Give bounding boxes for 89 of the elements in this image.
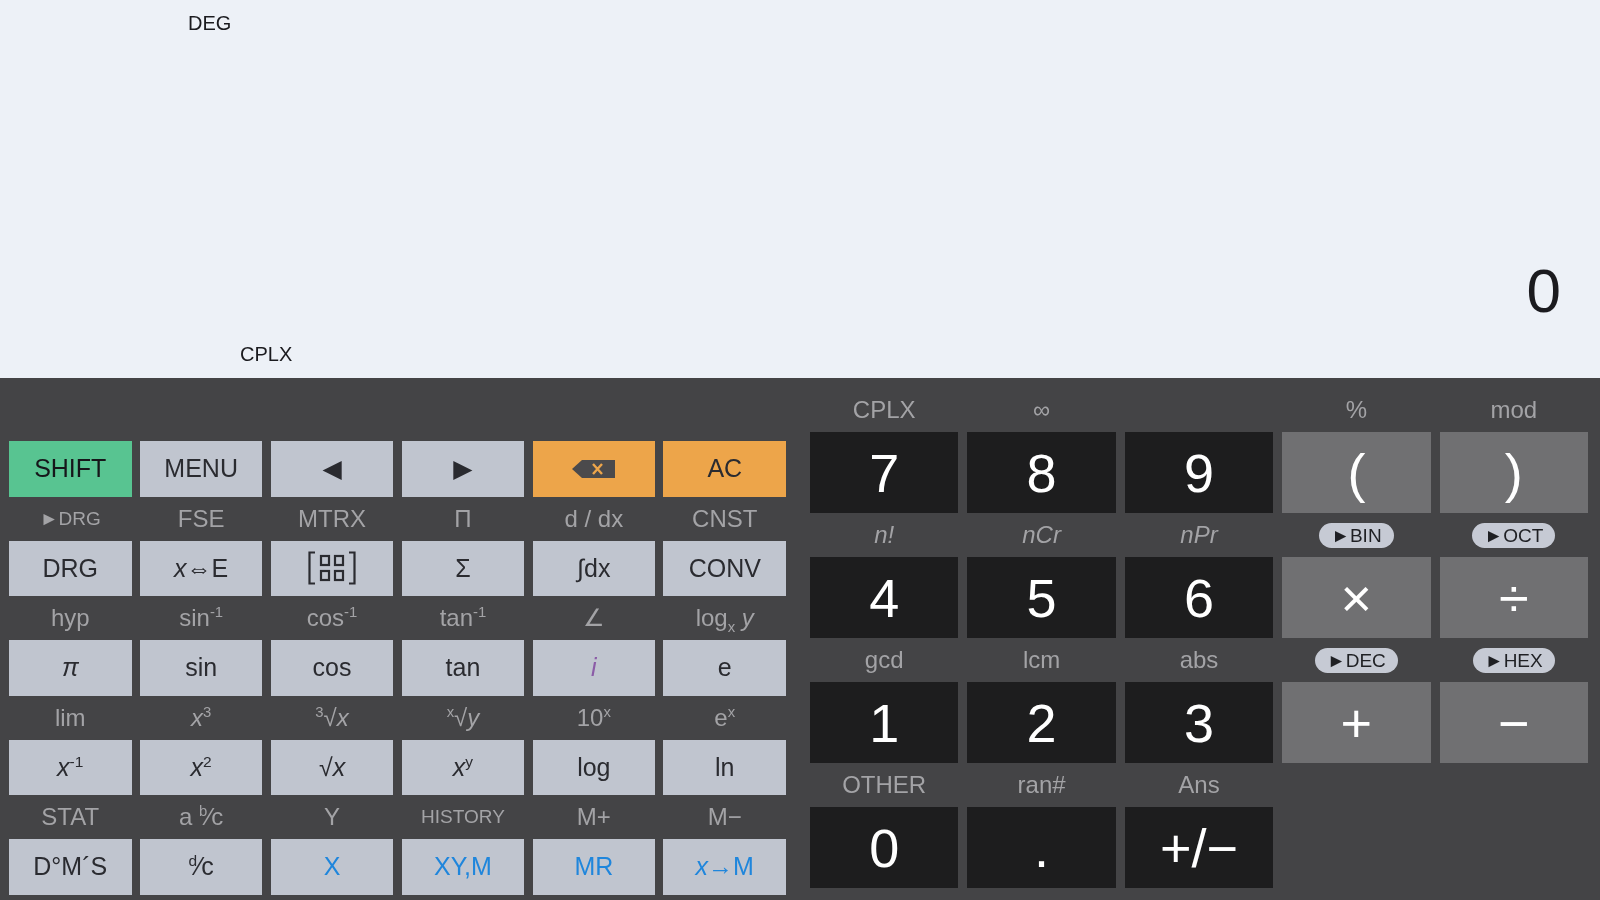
shift-function-label: ran# [1017,771,1066,799]
decimal-point-key[interactable]: . [967,807,1116,888]
backspace-key[interactable] [532,441,656,497]
function-key[interactable]: cos [270,640,394,696]
shift-function-label: gcd [864,646,904,674]
matrix-key[interactable] [270,540,394,596]
shift-function-label: ►HEX [1472,647,1555,673]
shift-function-label: $^{3}$√x [315,703,349,732]
shift-function-label: e$^{x}$ [714,703,736,732]
shift-function-label: FSE [177,504,225,533]
shift-function-label: hyp [50,604,90,632]
digit-key[interactable]: 1 [810,682,959,763]
function-key[interactable]: e [663,640,786,696]
shift-function-label: lim [54,703,86,732]
clear-key[interactable]: AC [663,441,786,497]
digit-key[interactable]: 8 [967,432,1116,513]
sign-key[interactable]: +/− [1124,807,1274,888]
angle-mode-indicator: DEG [188,11,232,36]
shift-function-label: n! [874,521,895,549]
shift-function-label: nCr [1022,521,1061,549]
matrix-icon [307,551,358,586]
shift-function-label: lcm [1022,646,1061,674]
backspace-icon [572,459,616,478]
shift-key[interactable]: SHIFT [9,441,132,497]
function-key[interactable]: CONV [663,540,786,596]
shift-function-label: HISTORY [421,806,505,828]
function-key[interactable]: x$^{y}$ [401,739,525,795]
shift-function-label: M− [707,803,742,831]
function-key[interactable]: log [532,739,656,795]
function-key[interactable]: x⇔E [139,540,263,596]
digit-key[interactable]: 9 [1124,432,1274,513]
shift-function-label: Π [454,504,472,533]
shift-function-label: Ans [1178,771,1220,799]
shift-function-label: $^{x}$√y [446,703,480,732]
shift-function-label: 10$^{x}$ [576,703,611,732]
shift-function-label: x$^{3}$ [191,703,212,732]
operator-key[interactable]: ( [1282,432,1431,513]
shift-function-label: abs [1179,646,1219,674]
operator-key[interactable]: + [1282,682,1431,763]
function-key[interactable]: x$^{-1}$ [9,739,132,795]
shift-function-label: mod [1490,396,1538,424]
complex-mode-indicator: CPLX [240,342,293,367]
result-display: 0 [1526,260,1561,322]
shift-function-label: Y [324,803,341,831]
shift-function-label: ►OCT [1472,522,1556,548]
shift-function-label: ∠ [583,604,605,632]
operator-key[interactable]: × [1282,557,1431,638]
digit-key[interactable]: 5 [967,557,1116,638]
shift-function-label: sin$^{-1}$ [179,604,224,632]
shift-function-label: ∞ [1033,396,1051,424]
digit-key[interactable]: 3 [1124,682,1274,763]
cursor-key[interactable]: ▶ [401,441,525,497]
operator-key[interactable]: ) [1439,432,1588,513]
shift-function-label: ►DEC [1314,647,1398,673]
digit-key[interactable]: 0 [810,807,959,888]
shift-function-label: OTHER [842,771,927,799]
shift-function-label: ►BIN [1319,522,1394,548]
function-key[interactable]: ln [663,739,786,795]
shift-function-label: CPLX [852,396,916,424]
digit-key[interactable]: 7 [810,432,959,513]
shift-function-label: d / dx [564,504,624,533]
shift-function-label: a $^{b}$⁄c [179,803,224,831]
function-key[interactable]: DRG [9,540,132,596]
function-key[interactable]: π [9,640,132,696]
shift-function-label: CNST [692,504,758,533]
shift-function-label: nPr [1180,521,1218,549]
shift-function-label: ►DRG [39,507,101,530]
digit-key[interactable]: 4 [810,557,959,638]
shift-function-label: MTRX [298,504,367,533]
cursor-key[interactable]: ◀ [270,441,394,497]
function-key[interactable]: sin [139,640,263,696]
function-key[interactable]: ∫dx [532,540,656,596]
operator-key[interactable]: ÷ [1439,557,1588,638]
shift-function-label: log$_{x}$ y [695,604,754,632]
function-key[interactable]: D°M´S [9,839,132,895]
function-key[interactable]: $^{d}$⁄c [139,839,263,895]
function-key[interactable]: √x [270,739,394,795]
shift-function-label: % [1345,396,1368,424]
function-key[interactable]: x$^{2}$ [139,739,263,795]
digit-key[interactable]: 6 [1124,557,1274,638]
digit-key[interactable]: 2 [967,682,1116,763]
function-key[interactable]: Σ [401,540,525,596]
shift-function-label: M+ [576,803,611,831]
function-key[interactable]: tan [401,640,525,696]
shift-function-label: STAT [41,803,100,831]
menu-key[interactable]: MENU [139,441,263,497]
shift-function-label: tan$^{-1}$ [439,604,487,632]
shift-function-label: cos$^{-1}$ [306,604,358,632]
operator-key[interactable]: − [1439,682,1588,763]
